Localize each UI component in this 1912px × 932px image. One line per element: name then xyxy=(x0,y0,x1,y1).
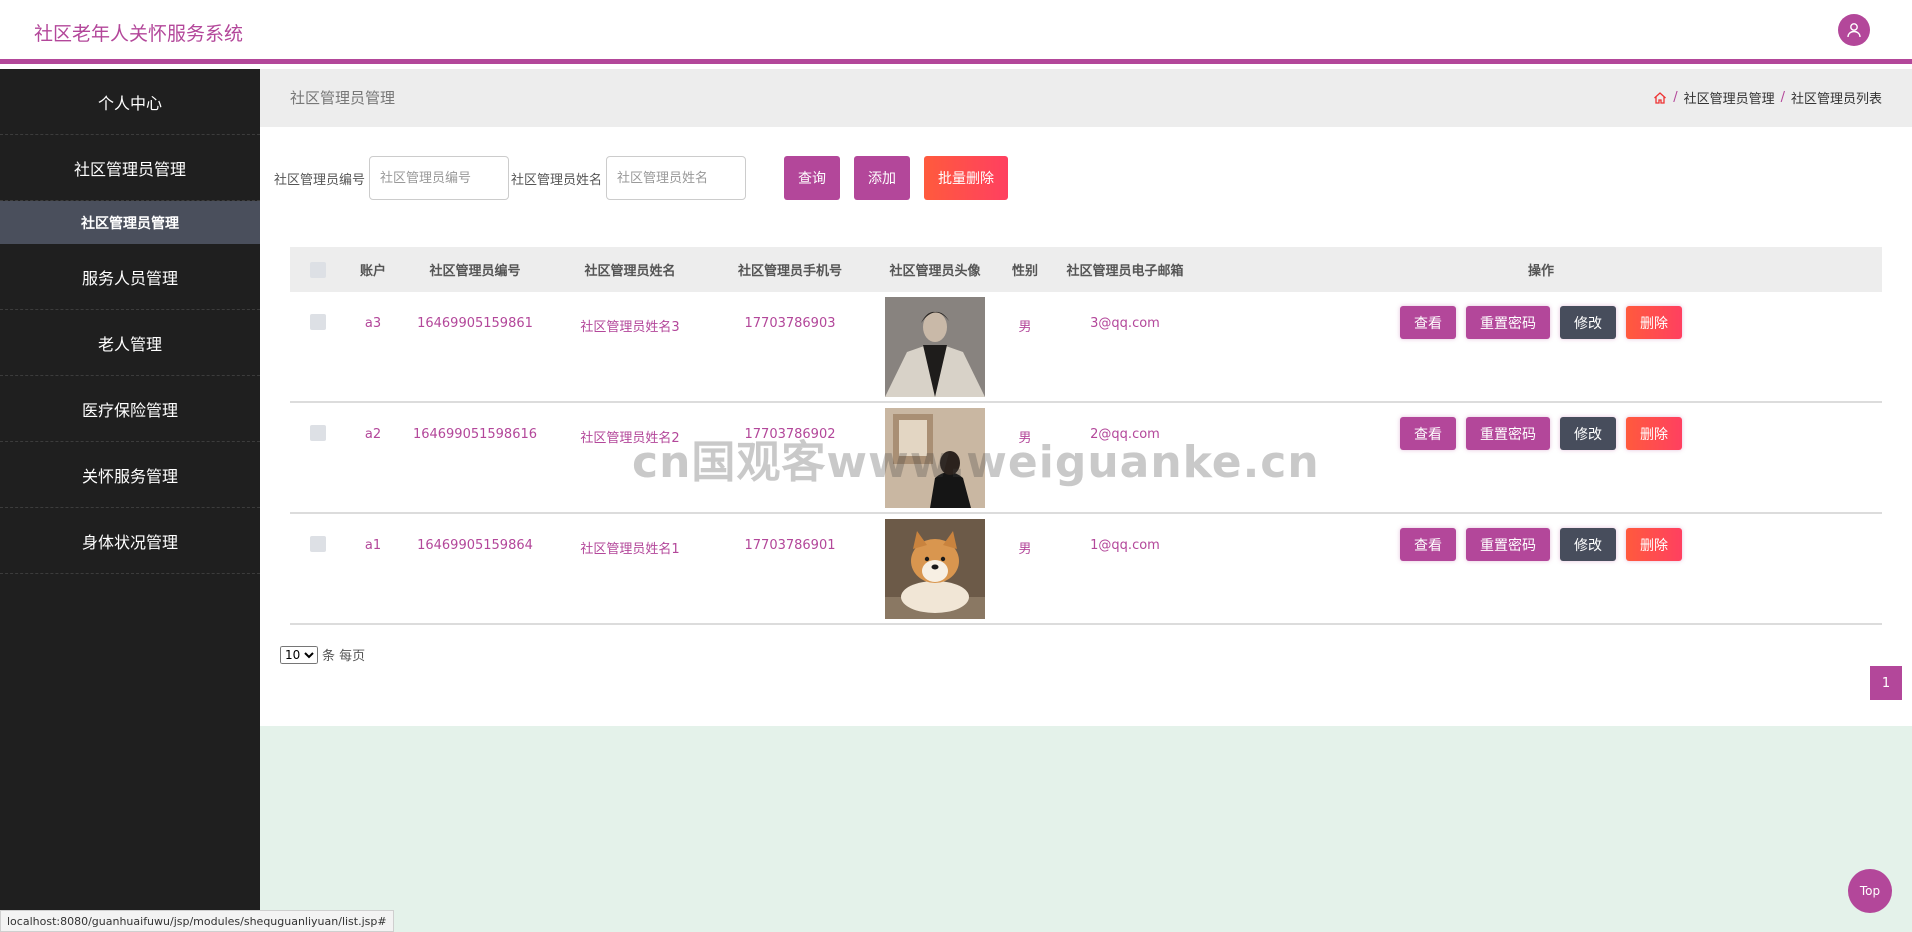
email-cell: 3@qq.com xyxy=(1090,316,1160,331)
view-button[interactable]: 查看 xyxy=(1400,528,1456,561)
row-select-cell xyxy=(290,292,346,330)
breadcrumb-item[interactable]: 社区管理员管理 xyxy=(1684,88,1775,107)
admin-photo-cell xyxy=(870,292,1000,397)
col-operations: 操作 xyxy=(1527,264,1554,279)
main-content: 社区管理员管理 / 社区管理员管理 / 社区管理员列表 社区管理员编号 社区管理… xyxy=(260,69,1912,932)
admin-no-cell: 164699051598616 xyxy=(412,427,538,442)
breadcrumb-item: 社区管理员列表 xyxy=(1790,92,1882,107)
breadcrumb-separator: / xyxy=(1780,90,1785,105)
table-row: a3 16469905159861 社区管理员姓名3 17703786903 男… xyxy=(290,292,1882,403)
table-row: a1 16469905159864 社区管理员姓名1 17703786901 男… xyxy=(290,514,1882,625)
admin-no-input[interactable] xyxy=(369,156,510,200)
add-button[interactable]: 添加 xyxy=(854,156,911,200)
delete-button[interactable]: 删除 xyxy=(1626,417,1682,450)
sidebar-item-medical-insurance[interactable]: 医疗保险管理 xyxy=(0,376,260,442)
reset-password-button[interactable]: 重置密码 xyxy=(1466,306,1550,339)
title-bar: 社区管理员管理 / 社区管理员管理 / 社区管理员列表 xyxy=(260,69,1912,127)
top-header: 社区老年人关怀服务系统 xyxy=(0,0,1912,64)
user-avatar[interactable] xyxy=(1838,14,1870,46)
status-bar-url: localhost:8080/guanhuaifuwu/jsp/modules/… xyxy=(0,910,394,932)
query-button[interactable]: 查询 xyxy=(784,156,841,200)
sex-cell: 男 xyxy=(1018,320,1032,335)
col-sex: 性别 xyxy=(1011,264,1038,279)
admin-avatar-photo xyxy=(885,519,985,619)
sex-cell: 男 xyxy=(1018,542,1032,557)
admin-name-cell: 社区管理员姓名3 xyxy=(580,320,680,335)
reset-password-button[interactable]: 重置密码 xyxy=(1466,417,1550,450)
edit-button[interactable]: 修改 xyxy=(1560,528,1616,561)
sidebar-item-service-staff[interactable]: 服务人员管理 xyxy=(0,244,260,310)
admin-name-label: 社区管理员姓名 xyxy=(511,172,603,188)
admin-name-input[interactable] xyxy=(606,156,747,200)
page-size-label: 条 每页 xyxy=(322,649,366,664)
home-icon[interactable] xyxy=(1653,91,1667,105)
page-size-select[interactable]: 10 xyxy=(280,645,318,664)
reset-password-button[interactable]: 重置密码 xyxy=(1466,528,1550,561)
admin-name-cell: 社区管理员姓名1 xyxy=(580,542,680,557)
account-cell: a1 xyxy=(364,538,382,553)
user-icon xyxy=(1847,23,1861,38)
col-admin-name: 社区管理员姓名 xyxy=(584,264,676,279)
sidebar-item-care-service[interactable]: 关怀服务管理 xyxy=(0,442,260,508)
view-button[interactable]: 查看 xyxy=(1400,417,1456,450)
delete-button[interactable]: 删除 xyxy=(1626,528,1682,561)
sidebar-item-elderly[interactable]: 老人管理 xyxy=(0,310,260,376)
breadcrumb-separator: / xyxy=(1673,90,1678,105)
col-admin-no: 社区管理员编号 xyxy=(429,264,521,279)
back-to-top-button[interactable]: Top xyxy=(1848,869,1892,913)
sidebar: 个人中心 社区管理员管理 社区管理员管理 服务人员管理 老人管理 医疗保险管理 … xyxy=(0,69,260,932)
sidebar-item-personal-center[interactable]: 个人中心 xyxy=(0,69,260,135)
account-cell: a3 xyxy=(364,316,382,331)
page-title: 社区管理员管理 xyxy=(290,89,396,107)
search-bar: 社区管理员编号 社区管理员姓名 查询 添加 批量删除 xyxy=(274,156,1009,200)
select-all-cell xyxy=(290,261,346,278)
row-select-cell xyxy=(290,514,346,552)
admin-no-cell: 16469905159864 xyxy=(417,538,533,553)
admin-phone-cell: 17703786903 xyxy=(744,316,836,331)
page-size-control: 10 条 每页 xyxy=(280,645,365,664)
admin-phone-cell: 17703786901 xyxy=(744,538,836,553)
edit-button[interactable]: 修改 xyxy=(1560,417,1616,450)
sidebar-subitem-community-admin[interactable]: 社区管理员管理 xyxy=(0,201,260,244)
admin-no-cell: 16469905159861 xyxy=(417,316,533,331)
operations-cell: 查看 重置密码 修改 删除 xyxy=(1200,514,1882,561)
row-checkbox[interactable] xyxy=(310,314,326,330)
col-admin-phone: 社区管理员手机号 xyxy=(737,264,842,279)
edit-button[interactable]: 修改 xyxy=(1560,306,1616,339)
admin-avatar-photo xyxy=(885,297,985,397)
admin-photo-cell xyxy=(870,514,1000,619)
col-account: 账户 xyxy=(359,264,386,279)
operations-cell: 查看 重置密码 修改 删除 xyxy=(1200,292,1882,339)
row-select-cell xyxy=(290,403,346,441)
admin-no-label: 社区管理员编号 xyxy=(274,172,366,188)
col-email: 社区管理员电子邮箱 xyxy=(1066,264,1184,279)
delete-button[interactable]: 删除 xyxy=(1626,306,1682,339)
select-all-checkbox[interactable] xyxy=(310,261,326,278)
row-checkbox[interactable] xyxy=(310,536,326,552)
app-title: 社区老年人关怀服务系统 xyxy=(34,23,244,45)
breadcrumb: / 社区管理员管理 / 社区管理员列表 xyxy=(1653,88,1882,107)
watermark: cn国观客www.weiguanke.cn xyxy=(632,437,1320,488)
sidebar-item-community-admin[interactable]: 社区管理员管理 xyxy=(0,135,260,201)
account-cell: a2 xyxy=(364,427,382,442)
sidebar-item-health-status[interactable]: 身体状况管理 xyxy=(0,508,260,574)
row-checkbox[interactable] xyxy=(310,425,326,441)
batch-delete-button[interactable]: 批量删除 xyxy=(924,156,1009,200)
footer-area xyxy=(260,726,1912,932)
table-header: 账户 社区管理员编号 社区管理员姓名 社区管理员手机号 社区管理员头像 性别 社… xyxy=(290,247,1882,292)
col-admin-photo: 社区管理员头像 xyxy=(889,264,981,279)
view-button[interactable]: 查看 xyxy=(1400,306,1456,339)
page-number-button[interactable]: 1 xyxy=(1870,666,1902,700)
email-cell: 1@qq.com xyxy=(1090,538,1160,553)
